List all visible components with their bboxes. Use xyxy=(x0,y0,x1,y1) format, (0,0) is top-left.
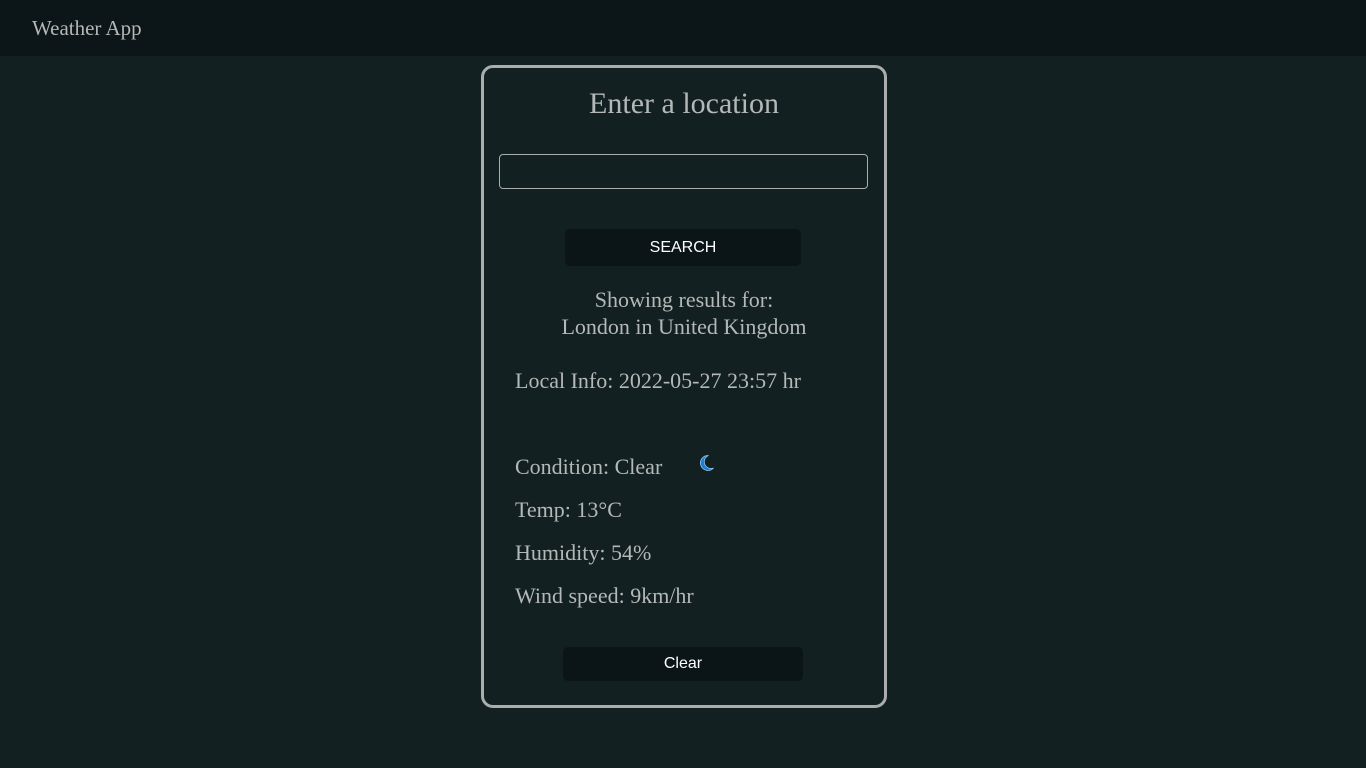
weather-card: Enter a location SEARCH Showing results … xyxy=(481,65,887,708)
top-nav-bar: Weather App xyxy=(0,0,1366,56)
card-heading: Enter a location xyxy=(589,87,779,120)
results-location: London in United Kingdom xyxy=(561,314,807,339)
app-title: Weather App xyxy=(32,16,142,40)
search-button[interactable]: SEARCH xyxy=(565,229,801,266)
temperature-text: Temp: 13°C xyxy=(515,497,622,522)
crescent-moon-icon xyxy=(700,455,714,471)
local-info: Local Info: 2022-05-27 23:57 hr xyxy=(515,368,801,393)
clear-button[interactable]: Clear xyxy=(563,647,803,681)
condition-text: Condition: Clear xyxy=(515,454,663,479)
results-label: Showing results for: xyxy=(594,287,774,312)
location-search-input[interactable] xyxy=(499,154,868,189)
wind-speed-text: Wind speed: 9km/hr xyxy=(515,583,694,608)
humidity-text: Humidity: 54% xyxy=(515,540,652,565)
